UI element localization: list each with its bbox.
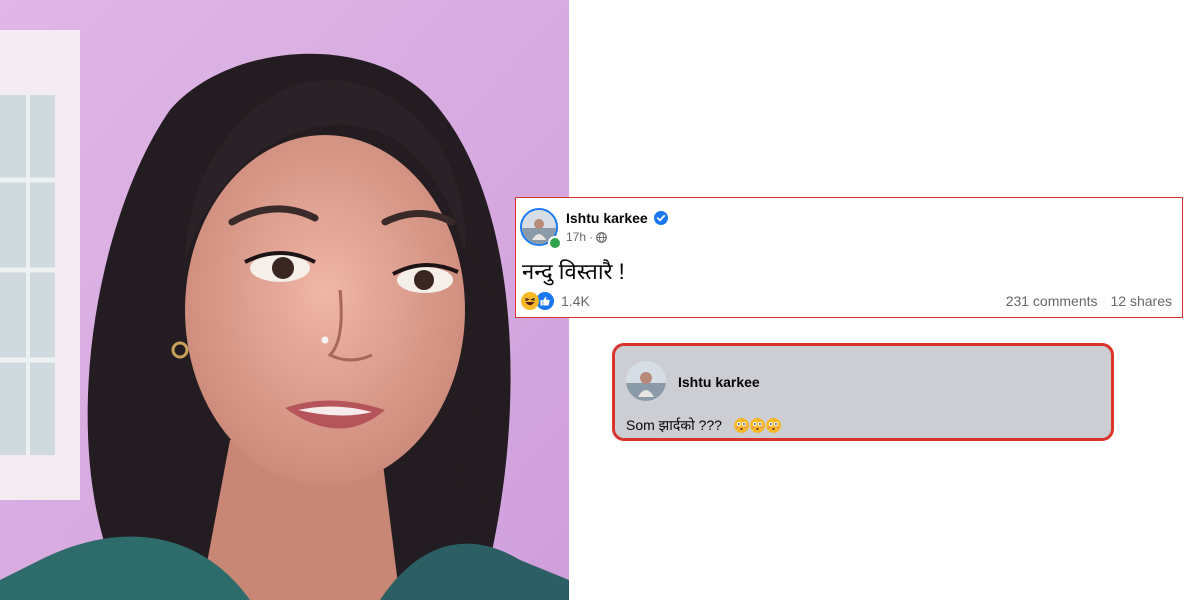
flushed-face-icon [749,418,765,433]
online-status-dot [548,236,562,250]
haha-reaction-icon [521,292,539,310]
post-stats: 231 comments 12 shares [1006,293,1172,309]
shares-count-link[interactable]: 12 shares [1111,293,1172,309]
post-timestamp[interactable]: 17h [566,230,586,244]
flushed-face-icon [733,418,749,433]
comments-count-link[interactable]: 231 comments [1006,293,1098,309]
post-meta: 17h · [566,230,607,244]
portrait-photo [0,0,569,600]
comment-text: Som झार्दको ??? [626,417,722,433]
commenter-avatar[interactable] [626,361,666,401]
facebook-post-card: Ishtu karkee 17h · नन्दु विस्तारै ! 1.4K… [515,197,1183,318]
meta-separator: · [589,230,594,244]
post-body-text: नन्दु विस्तारै ! [522,259,625,284]
flushed-face-icon [765,418,781,433]
reactions-summary[interactable]: 1.4K [521,291,590,311]
comment-card: Ishtu karkee Som झार्दको ??? [612,343,1114,441]
verified-badge-icon [654,211,668,225]
comment-author-name[interactable]: Ishtu karkee [678,374,760,390]
comment-body: Som झार्दको ??? [626,416,781,435]
reaction-count: 1.4K [561,293,590,309]
comment-emojis [733,418,781,433]
post-author-name[interactable]: Ishtu karkee [566,210,648,226]
globe-icon [596,231,607,243]
